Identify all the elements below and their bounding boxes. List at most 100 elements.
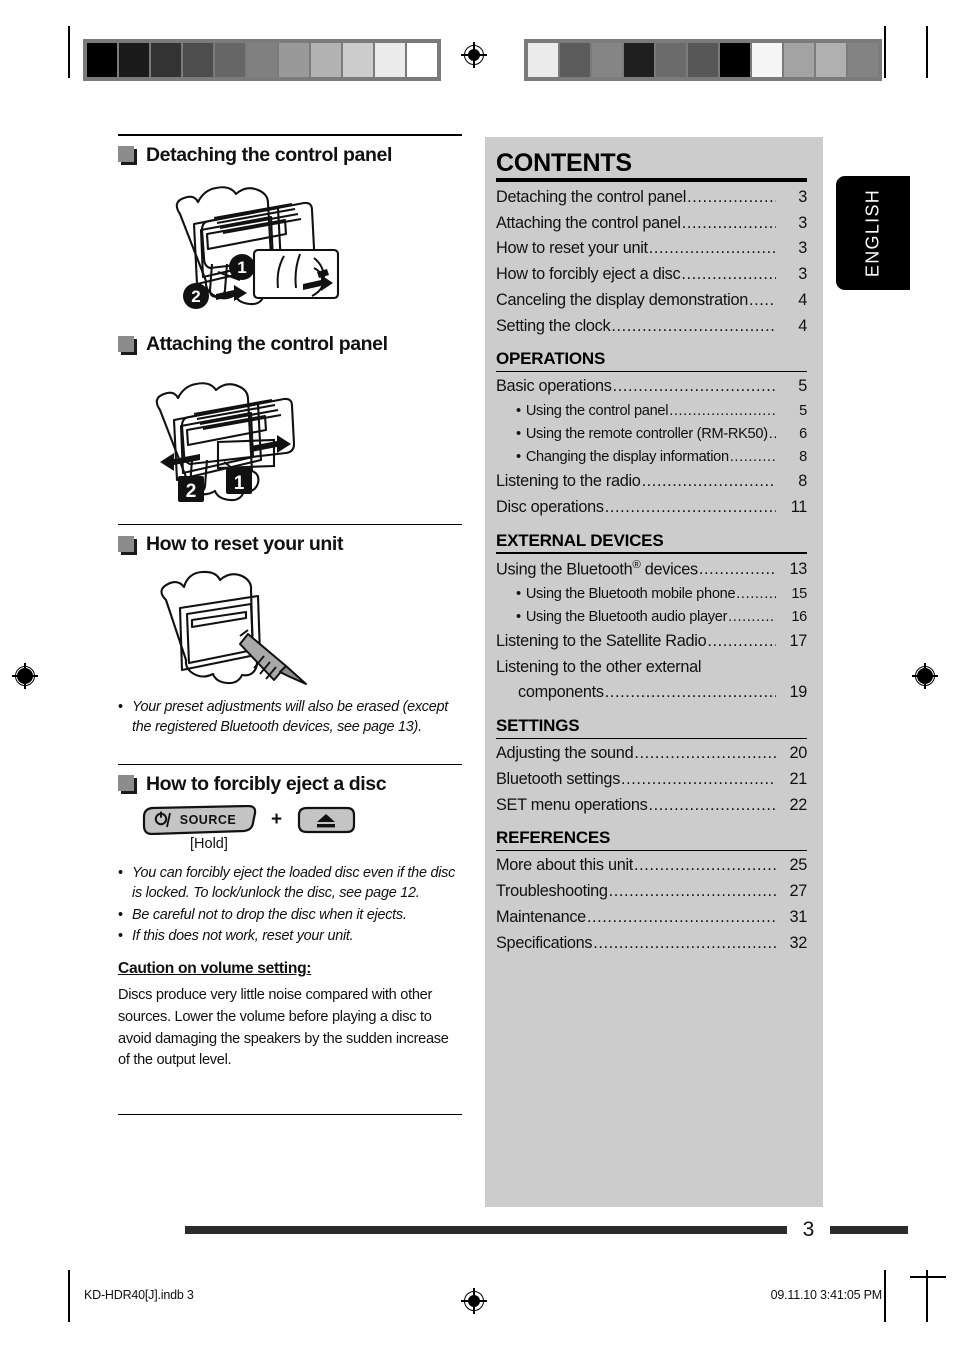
toc-entry-label: SET menu operations [496,795,648,814]
list-item: • Your preset adjustments will also be e… [118,697,462,738]
toc-entry[interactable]: components..............................… [496,680,807,706]
bullet-glyph: • [118,698,123,715]
table-of-contents: Detaching the control panel.............… [496,185,807,956]
registration-target-right-middle [912,663,938,689]
toc-entry-page: 3 [798,188,807,206]
toc-entry[interactable]: • Using the Bluetooth audio player.......… [496,606,807,629]
crop-line-bottom-left [68,1270,70,1322]
toc-entry[interactable]: •Using the remote controller (RM-RK50)..… [496,423,807,446]
section-square-icon [118,146,137,166]
toc-entry[interactable]: More about this unit....................… [496,853,807,879]
bullet-glyph: • [516,449,521,466]
toc-entry[interactable]: Listening to the radio..................… [496,469,807,495]
toc-entry-label: Canceling the display demonstration [496,290,748,309]
toc-entry[interactable]: Bluetooth settings......................… [496,767,807,793]
toc-leader-dots: ........................................… [728,608,776,625]
section-divider-bottom [118,1113,462,1116]
toc-leader-dots: ........................................… [586,907,776,926]
toc-entry[interactable]: Disc operations.........................… [496,495,807,521]
toc-entry-label: Listening to the radio [496,472,641,491]
toc-entry[interactable]: • Changing the display information.......… [496,446,807,469]
toc-entry-page: 11 [790,498,808,516]
toc-entry[interactable]: Basic operations........................… [496,374,807,400]
toc-entry-page: 3 [798,239,807,258]
toc-entry-page: 17 [789,631,807,650]
wedge-step [151,43,181,77]
toc-leader-dots: ........................................… [641,472,776,491]
crop-line-edge-right-mark [910,1276,946,1278]
toc-leader-dots: ........................................… [736,585,776,602]
figure-attaching-control-panel: 1 2 [118,362,462,512]
toc-leader-dots: ........................................… [621,769,776,788]
section-header-eject: How to forcibly eject a disc [118,773,462,796]
list-item: • You can forcibly eject the loaded disc… [118,863,462,904]
toc-entry[interactable]: How to reset your unit..................… [496,236,807,262]
toc-leader-dots: ........................................… [707,631,776,650]
toc-entry[interactable]: Using the Bluetooth® devices............… [496,556,807,583]
toc-entry-label: components [518,683,604,702]
toc-entry-page: 4 [798,316,807,335]
registered-trademark-icon: ® [632,558,641,571]
toc-entry[interactable]: Attaching the control panel.............… [496,211,807,237]
toc-entry-label: Changing the display information [525,449,729,466]
contents-panel: CONTENTS Detaching the control panel....… [485,137,823,1207]
toc-entry-label: Maintenance [496,907,586,926]
toc-entry-page: 3 [798,265,807,284]
toc-entry-page: 5 [799,403,807,420]
toc-leader-dots: ........................................… [604,683,776,702]
crop-line-top-right [884,26,886,78]
toc-entry[interactable]: • Using the control panel................… [496,400,807,423]
toc-entry-page: 16 [791,608,807,625]
section-square-icon [118,335,137,355]
toc-entry-label: How to reset your unit [496,239,648,258]
language-tab-english: ENGLISH [836,176,910,290]
toc-entry[interactable]: Detaching the control panel.............… [496,185,807,211]
list-item: • If this does not work, reset your unit… [118,926,462,946]
section-header-detaching: Detaching the control panel [118,144,462,166]
toc-entry[interactable]: Listening to the other external [496,655,807,681]
page-number-footer: 3 [118,1218,908,1242]
toc-entry-page: 15 [791,585,807,602]
wedge-step [688,43,718,77]
wedge-step [407,43,437,77]
toc-entry[interactable]: Maintenance.............................… [496,905,807,931]
crop-line-bottom-right [884,1270,886,1322]
toc-entry[interactable]: Canceling the display demonstration.....… [496,288,807,314]
toc-entry-label: Using the Bluetooth® devices [496,558,698,579]
bullet-glyph: • [516,403,521,420]
svg-text:SOURCE: SOURCE [180,813,236,827]
toc-entry[interactable]: Troubleshooting.........................… [496,879,807,905]
toc-entry-page: 4 [798,290,807,309]
wedge-step [375,43,405,77]
page-rule-right [830,1226,908,1234]
toc-entry-label: Attaching the control panel [496,213,681,232]
toc-leader-dots: ........................................… [593,933,776,952]
eject-button-combination: SOURCE + [118,804,462,835]
toc-entry[interactable]: How to forcibly eject a disc............… [496,262,807,288]
toc-entry-page: 21 [789,769,807,788]
toc-entry[interactable]: Listening to the Satellite Radio........… [496,629,807,655]
wedge-step [720,43,750,77]
registration-target-left-middle [12,663,38,689]
toc-leader-dots: ........................................… [748,290,776,309]
wedge-step [848,43,878,77]
toc-entry[interactable]: • Using the Bluetooth mobile phone.......… [496,583,807,606]
figure-reset-unit [118,562,462,687]
toc-entry-page: 27 [789,882,807,901]
bullet-glyph: • [516,585,521,602]
toc-leader-dots: ........................................… [634,744,776,763]
bullet-glyph: • [118,864,123,881]
wedge-step [247,43,277,77]
toc-leader-dots: ........................................… [611,316,776,335]
note-text: Be careful not to drop the disc when it … [132,906,407,923]
section-title-eject: How to forcibly eject a disc [146,773,387,796]
toc-entry[interactable]: Setting the clock.......................… [496,314,807,340]
reset-notes-list: • Your preset adjustments will also be e… [118,697,462,738]
toc-leader-dots: ........................................… [681,265,776,284]
toc-entry[interactable]: Specifications..........................… [496,931,807,957]
toc-entry-page: 20 [789,744,807,763]
toc-entry[interactable]: Adjusting the sound.....................… [496,741,807,767]
wedge-step [119,43,149,77]
registration-target-bottom-center [461,1288,487,1314]
toc-entry[interactable]: SET menu operations.....................… [496,793,807,819]
